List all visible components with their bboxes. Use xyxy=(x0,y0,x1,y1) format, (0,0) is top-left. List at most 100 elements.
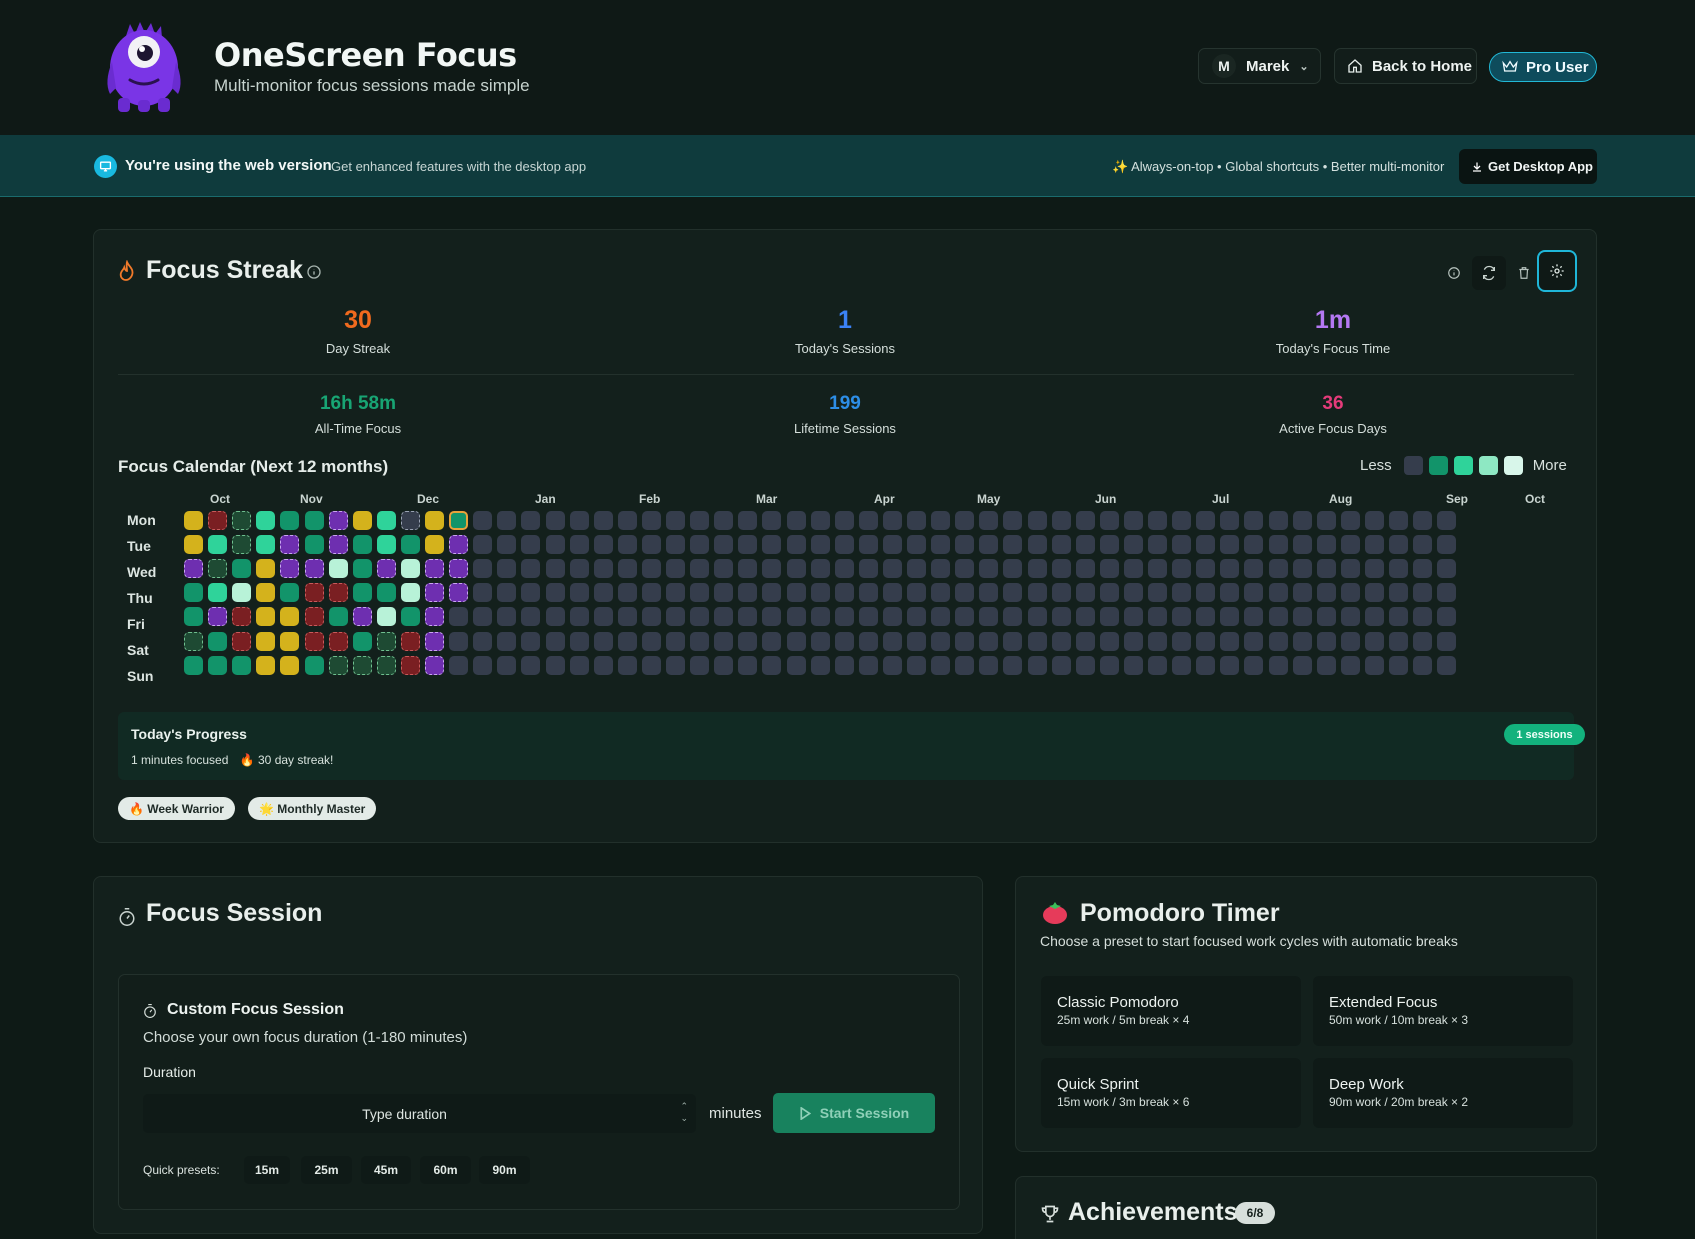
calendar-day[interactable] xyxy=(377,559,396,578)
calendar-day[interactable] xyxy=(1003,583,1022,602)
calendar-day[interactable] xyxy=(1076,559,1095,578)
calendar-day[interactable] xyxy=(377,583,396,602)
calendar-day[interactable] xyxy=(811,559,830,578)
calendar-day[interactable] xyxy=(811,511,830,530)
calendar-day[interactable] xyxy=(546,583,565,602)
calendar-day[interactable] xyxy=(1413,583,1432,602)
calendar-day[interactable] xyxy=(714,632,733,651)
calendar-day[interactable] xyxy=(353,535,372,554)
calendar-day[interactable] xyxy=(787,607,806,626)
calendar-day[interactable] xyxy=(280,511,299,530)
calendar-day[interactable] xyxy=(1172,559,1191,578)
calendar-day[interactable] xyxy=(1365,583,1384,602)
calendar-day[interactable] xyxy=(835,559,854,578)
calendar-day[interactable] xyxy=(1293,511,1312,530)
calendar-day[interactable] xyxy=(184,511,203,530)
calendar-day[interactable] xyxy=(256,511,275,530)
calendar-day[interactable] xyxy=(497,559,516,578)
calendar-day[interactable] xyxy=(811,632,830,651)
calendar-day[interactable] xyxy=(1269,583,1288,602)
calendar-day[interactable] xyxy=(1437,607,1456,626)
calendar-day[interactable] xyxy=(449,535,468,554)
calendar-day[interactable] xyxy=(1196,656,1215,675)
calendar-day[interactable] xyxy=(1028,559,1047,578)
calendar-day[interactable] xyxy=(618,607,637,626)
calendar-day[interactable] xyxy=(1269,656,1288,675)
preset-deep-work[interactable]: Deep Work 90m work / 20m break × 2 xyxy=(1313,1058,1573,1128)
calendar-day[interactable] xyxy=(497,511,516,530)
preset-45m-button[interactable]: 45m xyxy=(361,1156,411,1184)
calendar-day[interactable] xyxy=(208,607,227,626)
calendar-day[interactable] xyxy=(1269,632,1288,651)
calendar-day[interactable] xyxy=(931,583,950,602)
calendar-day[interactable] xyxy=(1365,632,1384,651)
calendar-day[interactable] xyxy=(1389,511,1408,530)
calendar-day[interactable] xyxy=(835,632,854,651)
calendar-day[interactable] xyxy=(208,632,227,651)
calendar-day[interactable] xyxy=(1148,632,1167,651)
calendar-day[interactable] xyxy=(546,632,565,651)
calendar-day[interactable] xyxy=(1389,535,1408,554)
calendar-day[interactable] xyxy=(1148,511,1167,530)
calendar-day[interactable] xyxy=(955,607,974,626)
calendar-day[interactable] xyxy=(184,583,203,602)
calendar-day[interactable] xyxy=(811,656,830,675)
calendar-day[interactable] xyxy=(1100,632,1119,651)
calendar-day[interactable] xyxy=(618,511,637,530)
calendar-day[interactable] xyxy=(1389,583,1408,602)
calendar-day[interactable] xyxy=(1003,535,1022,554)
calendar-day[interactable] xyxy=(1052,583,1071,602)
calendar-day[interactable] xyxy=(1172,535,1191,554)
calendar-day[interactable] xyxy=(1172,511,1191,530)
delete-button[interactable] xyxy=(1509,258,1539,288)
calendar-day[interactable] xyxy=(762,656,781,675)
calendar-day[interactable] xyxy=(1293,559,1312,578)
calendar-day[interactable] xyxy=(618,656,637,675)
calendar-day[interactable] xyxy=(377,607,396,626)
calendar-day[interactable] xyxy=(1244,632,1263,651)
calendar-day[interactable] xyxy=(1389,607,1408,626)
calendar-day[interactable] xyxy=(594,511,613,530)
calendar-day[interactable] xyxy=(305,535,324,554)
calendar-day[interactable] xyxy=(618,583,637,602)
calendar-day[interactable] xyxy=(1437,559,1456,578)
calendar-day[interactable] xyxy=(1437,583,1456,602)
calendar-day[interactable] xyxy=(353,632,372,651)
calendar-day[interactable] xyxy=(1124,632,1143,651)
calendar-day[interactable] xyxy=(1196,559,1215,578)
calendar-day[interactable] xyxy=(1365,607,1384,626)
calendar-day[interactable] xyxy=(1220,632,1239,651)
calendar-day[interactable] xyxy=(859,656,878,675)
calendar-day[interactable] xyxy=(473,607,492,626)
calendar-day[interactable] xyxy=(353,559,372,578)
calendar-day[interactable] xyxy=(425,511,444,530)
calendar-day[interactable] xyxy=(329,656,348,675)
calendar-day[interactable] xyxy=(1317,559,1336,578)
calendar-day[interactable] xyxy=(594,607,613,626)
calendar-day[interactable] xyxy=(883,656,902,675)
calendar-day[interactable] xyxy=(787,511,806,530)
calendar-day[interactable] xyxy=(425,535,444,554)
calendar-day[interactable] xyxy=(1269,535,1288,554)
calendar-day[interactable] xyxy=(232,583,251,602)
calendar-day[interactable] xyxy=(1003,607,1022,626)
calendar-day[interactable] xyxy=(449,632,468,651)
calendar-day[interactable] xyxy=(208,656,227,675)
calendar-day[interactable] xyxy=(256,632,275,651)
calendar-day[interactable] xyxy=(1317,632,1336,651)
calendar-day[interactable] xyxy=(1148,656,1167,675)
calendar-day-today[interactable] xyxy=(449,511,468,530)
calendar-day[interactable] xyxy=(883,583,902,602)
calendar-day[interactable] xyxy=(1052,632,1071,651)
preset-90m-button[interactable]: 90m xyxy=(479,1156,530,1184)
calendar-day[interactable] xyxy=(329,535,348,554)
calendar-day[interactable] xyxy=(1052,656,1071,675)
calendar-day[interactable] xyxy=(305,583,324,602)
calendar-day[interactable] xyxy=(979,511,998,530)
calendar-day[interactable] xyxy=(353,607,372,626)
calendar-day[interactable] xyxy=(1389,656,1408,675)
calendar-day[interactable] xyxy=(353,583,372,602)
calendar-day[interactable] xyxy=(521,656,540,675)
calendar-day[interactable] xyxy=(690,511,709,530)
calendar-day[interactable] xyxy=(305,656,324,675)
